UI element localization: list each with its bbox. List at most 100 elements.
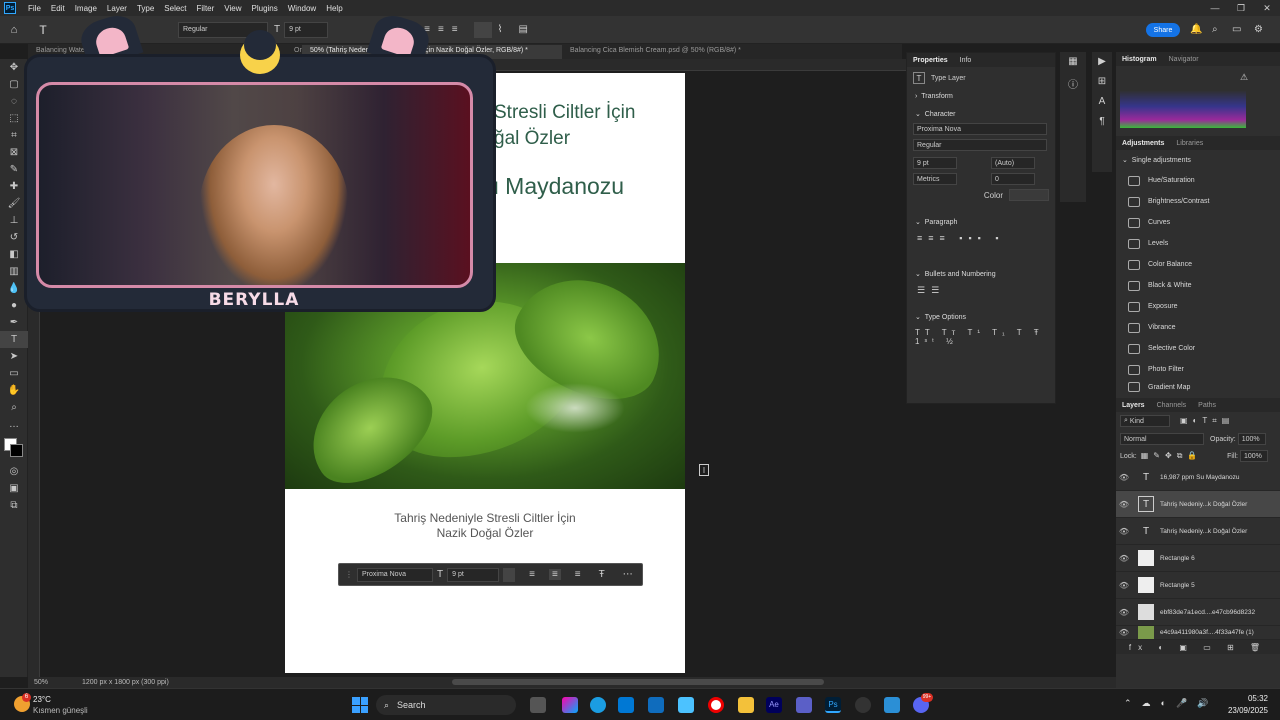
start-button-icon[interactable]	[352, 697, 368, 713]
layer-row[interactable]: 👁 ebf83de7a1ecd....e47cb96d8232	[1116, 599, 1280, 626]
character-panel-icon[interactable]: ▤	[519, 24, 528, 35]
ctx-text-options-icon[interactable]: Ŧ	[599, 569, 605, 580]
menu-plugins[interactable]: Plugins	[247, 4, 283, 13]
system-tray-icons[interactable]: ⌃☁◐🎤🔊	[1124, 698, 1218, 709]
tab-channels[interactable]: Channels	[1151, 402, 1193, 409]
layer-kind-filter[interactable]: ⌕ Kind	[1120, 415, 1170, 427]
visibility-eye-icon[interactable]: 👁	[1116, 554, 1132, 563]
task-view-icon[interactable]	[530, 697, 546, 713]
adj-selective-color[interactable]: Selective Color	[1116, 338, 1280, 359]
clipping-warning-icon[interactable]: ⚠	[1240, 72, 1248, 83]
workspace-icon[interactable]: ▭	[1232, 24, 1241, 35]
menu-select[interactable]: Select	[159, 4, 191, 13]
adj-photo-filter[interactable]: Photo Filter	[1116, 359, 1280, 380]
prop-kerning-field[interactable]: Metrics	[913, 173, 957, 185]
single-adjustments-header[interactable]: ⌄ Single adjustments	[1116, 150, 1280, 170]
tab-paths[interactable]: Paths	[1192, 402, 1222, 409]
prop-font-select[interactable]: Proxima Nova	[913, 123, 1047, 135]
layer-action-icons[interactable]: fx ◐ ▣ ▭ ⊞ 🗑	[1116, 640, 1280, 654]
prop-leading-field[interactable]: (Auto)	[991, 157, 1035, 169]
info-icon[interactable]: ⓘ	[1060, 72, 1086, 92]
text-color-swatch[interactable]	[473, 21, 492, 38]
menu-help[interactable]: Help	[321, 4, 347, 13]
blend-mode-select[interactable]: Normal	[1120, 433, 1204, 445]
tab-navigator[interactable]: Navigator	[1163, 56, 1205, 63]
maximize-icon[interactable]: ❐	[1228, 3, 1254, 14]
outlook-icon[interactable]	[648, 697, 664, 713]
paragraph-align-icons[interactable]: ≡≡≡ ▪▪▪ ▪	[907, 229, 1055, 247]
adj-hue-saturation[interactable]: Hue/Saturation	[1116, 170, 1280, 191]
photoshop-taskbar-icon[interactable]: Ps	[825, 697, 841, 713]
layer-filter-icons[interactable]: ▣◐T⌗▤	[1180, 416, 1234, 426]
settings-icon[interactable]: ⚙	[1254, 24, 1263, 35]
path-select-tool-icon[interactable]: ➤	[0, 348, 28, 365]
visibility-eye-icon[interactable]: 👁	[1116, 581, 1132, 590]
adj-curves[interactable]: Curves	[1116, 212, 1280, 233]
menu-view[interactable]: View	[219, 4, 246, 13]
paragraph-icon[interactable]: ¶	[1092, 112, 1112, 132]
layer-row[interactable]: 👁 T 16,987 ppm Su Maydanozu	[1116, 464, 1280, 491]
more-tools-icon[interactable]: …	[0, 416, 28, 433]
character-icon[interactable]: A	[1092, 92, 1112, 112]
file-explorer-icon[interactable]	[738, 697, 754, 713]
after-effects-icon[interactable]: Ae	[766, 697, 782, 713]
tab-info[interactable]: Info	[960, 57, 972, 64]
type-options-section[interactable]: ⌄ Type Options	[907, 310, 1055, 324]
paragraph-section[interactable]: ⌄ Paragraph	[907, 215, 1055, 229]
font-size-select[interactable]: 9 pt	[284, 21, 329, 38]
horizontal-scrollbar[interactable]	[452, 679, 824, 685]
share-button[interactable]: Share	[1146, 23, 1180, 37]
type-tool-icon[interactable]: T	[28, 23, 58, 37]
adj-brightness-contrast[interactable]: Brightness/Contrast	[1116, 191, 1280, 212]
share-for-review-icon[interactable]: ⧉	[0, 497, 28, 514]
minimize-icon[interactable]: —	[1202, 3, 1228, 14]
obs-icon[interactable]	[855, 697, 871, 713]
taskbar-search[interactable]: ⌕ Search	[376, 695, 516, 715]
visibility-eye-icon[interactable]: 👁	[1116, 500, 1132, 509]
pen-tool-icon[interactable]: ✒	[0, 314, 28, 331]
zoom-level[interactable]: 50%	[28, 679, 62, 686]
transform-section[interactable]: › Transform	[907, 89, 1055, 103]
adj-vibrance[interactable]: Vibrance	[1116, 317, 1280, 338]
type-options-icons[interactable]: TT Tт T¹ T₁ T Ŧ 1ˢᵗ ½	[907, 324, 1055, 350]
align-right-icon[interactable]: ≡	[452, 24, 458, 35]
visibility-eye-icon[interactable]: 👁	[1116, 608, 1132, 617]
edge-icon[interactable]	[590, 697, 606, 713]
bullet-list-icons[interactable]: ☰☰	[907, 281, 1055, 300]
align-center-icon[interactable]: ≡	[438, 24, 444, 35]
layer-row[interactable]: 👁 Rectangle 6	[1116, 545, 1280, 572]
layer-row[interactable]: 👁 Rectangle 5	[1116, 572, 1280, 599]
screen-mode-icon[interactable]: ▣	[0, 480, 28, 497]
learn-icon[interactable]: ▦	[1060, 52, 1086, 72]
document-info[interactable]: 1200 px x 1800 px (300 ppi)	[82, 679, 169, 686]
menu-window[interactable]: Window	[283, 4, 321, 13]
teams-icon[interactable]	[796, 697, 812, 713]
text-tool-icon[interactable]: T	[0, 331, 28, 348]
warp-text-icon[interactable]: ⌇	[498, 24, 503, 35]
quick-mask-icon[interactable]: ◎	[0, 463, 28, 480]
ctx-font-size-select[interactable]: 9 pt	[447, 567, 500, 582]
tab-adjustments[interactable]: Adjustments	[1116, 140, 1170, 147]
hand-tool-icon[interactable]: ✋	[0, 382, 28, 399]
menu-edit[interactable]: Edit	[46, 4, 70, 13]
layer-row[interactable]: 👁 e4c9a411980a3f....4f33a47fe (1)	[1116, 626, 1280, 640]
menu-image[interactable]: Image	[70, 4, 102, 13]
app-icon[interactable]	[884, 697, 900, 713]
tab-properties[interactable]: Properties	[913, 57, 948, 64]
close-icon[interactable]: ✕	[1254, 3, 1280, 14]
adj-exposure[interactable]: Exposure	[1116, 296, 1280, 317]
tab-libraries[interactable]: Libraries	[1170, 140, 1209, 147]
zoom-tool-icon[interactable]: ⌕	[0, 399, 28, 416]
adj-color-balance[interactable]: Color Balance	[1116, 254, 1280, 275]
search-icon[interactable]: ⌕	[1212, 24, 1218, 35]
ctx-align-center-icon[interactable]: ≡	[548, 569, 561, 580]
visibility-eye-icon[interactable]: 👁	[1116, 628, 1132, 637]
prop-style-select[interactable]: Regular	[913, 139, 1047, 151]
tab-cica-cream[interactable]: Balancing Cica Blemish Cream.psd @ 50% (…	[562, 45, 772, 59]
drag-handle-icon[interactable]: ⋮	[345, 570, 353, 579]
prop-tracking-field[interactable]: 0	[991, 173, 1035, 185]
ctx-color-swatch[interactable]	[503, 567, 516, 582]
prop-color-swatch[interactable]	[1009, 189, 1049, 201]
ctx-align-left-icon[interactable]: ≡	[529, 569, 535, 580]
home-icon[interactable]: ⌂	[0, 24, 28, 36]
